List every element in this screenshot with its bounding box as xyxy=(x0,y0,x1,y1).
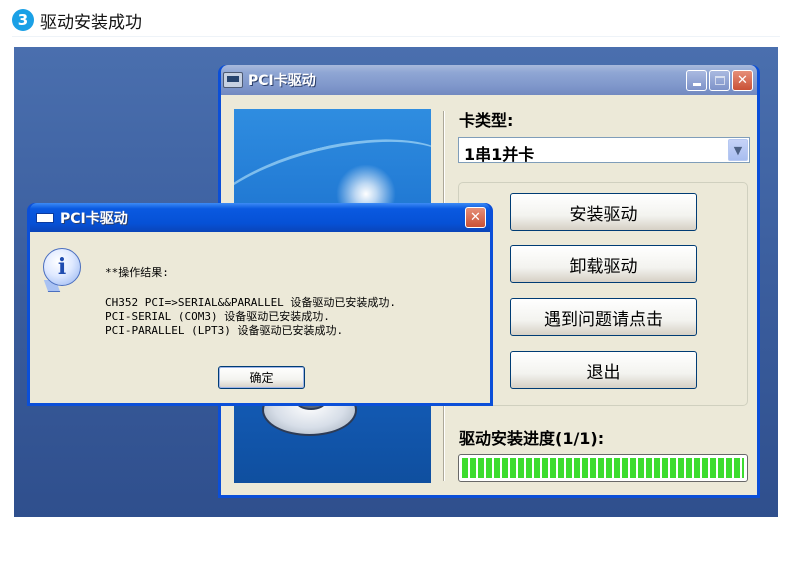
action-button-group: 安装驱动 卸载驱动 遇到问题请点击 退出 xyxy=(458,182,748,406)
install-driver-button[interactable]: 安装驱动 xyxy=(510,193,697,231)
ok-button[interactable]: 确定 xyxy=(218,366,305,389)
dialog-close-button[interactable]: ✕ xyxy=(465,207,486,228)
app-icon xyxy=(223,72,243,88)
maximize-icon xyxy=(714,75,725,85)
installer-title: PCI卡驱动 xyxy=(248,73,316,89)
card-type-label: 卡类型: xyxy=(459,111,514,130)
dialog-window-icon xyxy=(36,212,54,223)
dialog-titlebar[interactable]: PCI卡驱动 ✕ xyxy=(30,203,490,232)
progress-label: 驱动安装进度(1/1): xyxy=(459,429,605,448)
dialog-title: PCI卡驱动 xyxy=(60,210,128,227)
install-progress-bar xyxy=(458,454,748,482)
exit-button[interactable]: 退出 xyxy=(510,351,697,389)
minimize-button[interactable] xyxy=(686,69,707,91)
info-icon: i xyxy=(43,248,81,286)
close-button[interactable]: ✕ xyxy=(732,69,753,91)
step-number-badge: 3 xyxy=(12,9,34,31)
uninstall-driver-button[interactable]: 卸载驱动 xyxy=(510,245,697,283)
minimize-icon xyxy=(692,82,701,86)
help-button[interactable]: 遇到问题请点击 xyxy=(510,298,697,336)
card-type-select[interactable]: 1串1并卡 ▼ xyxy=(458,137,750,164)
result-line: PCI-PARALLEL (LPT3) 设备驱动已安装成功. xyxy=(105,324,344,337)
close-icon: ✕ xyxy=(470,210,481,225)
result-dialog: PCI卡驱动 ✕ i **操作结果: CH352 PCI=>SERIAL&&PA… xyxy=(27,203,493,406)
card-type-value: 1串1并卡 xyxy=(464,145,535,164)
progress-fill xyxy=(462,458,744,478)
step-title: 驱动安装成功 xyxy=(40,12,142,33)
result-heading: **操作结果: xyxy=(105,266,169,279)
maximize-button[interactable] xyxy=(709,69,730,91)
installer-titlebar[interactable]: PCI卡驱动 ✕ xyxy=(221,65,757,95)
dialog-client-area: i **操作结果: CH352 PCI=>SERIAL&&PARALLEL 设备… xyxy=(30,232,490,403)
close-icon: ✕ xyxy=(737,72,748,88)
step-heading: 3 驱动安装成功 xyxy=(12,8,142,33)
heading-divider xyxy=(12,36,780,37)
chevron-down-icon[interactable]: ▼ xyxy=(728,139,748,161)
